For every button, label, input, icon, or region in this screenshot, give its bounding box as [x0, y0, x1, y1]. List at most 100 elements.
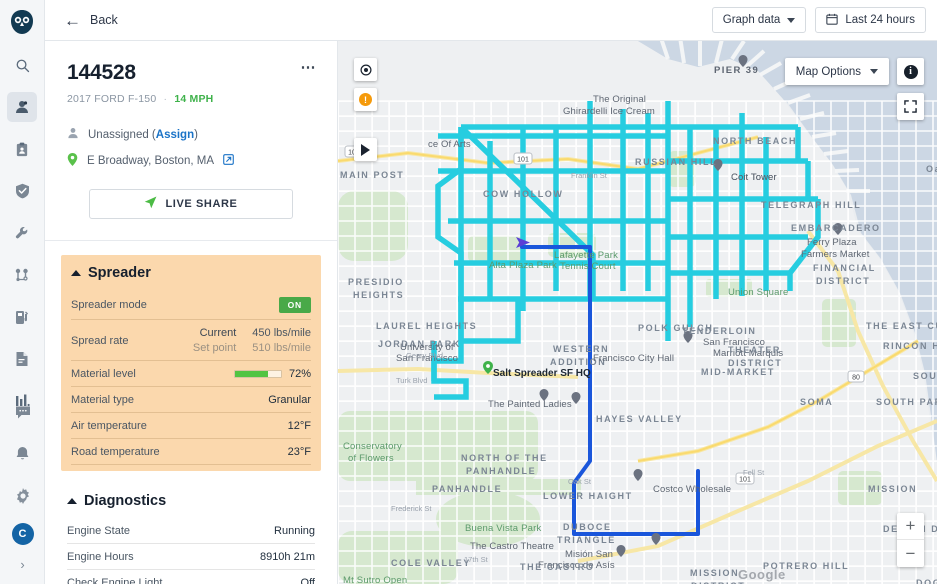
info-icon[interactable]: i — [897, 58, 924, 85]
vehicle-header: 144528 ⋯ 2017 FORD F-150 · 14 MPH Unassi… — [45, 41, 337, 219]
material-level-meter: 72% — [234, 368, 311, 380]
map-controls-left: ! — [354, 58, 377, 161]
map-right-buttons: i — [897, 58, 924, 120]
date-range-picker[interactable]: Last 24 hours — [815, 7, 926, 33]
avatar[interactable]: C — [12, 523, 34, 545]
diagnostics-row-value: Running — [274, 525, 315, 537]
fullscreen-icon[interactable] — [897, 93, 924, 120]
chevron-right-icon[interactable]: › — [20, 557, 24, 572]
icon-rail: C › — [0, 0, 45, 584]
locate-target-icon[interactable] — [354, 58, 377, 81]
spreader-card: Spreader Spreader mode ON Spread rate Cu… — [61, 255, 321, 471]
current-value: 450 lbs/mile — [252, 327, 311, 339]
diagnostics-row-label: Engine State — [67, 525, 130, 537]
driver-row: Unassigned (Assign) — [67, 127, 315, 142]
app-root: C › ← Back Graph data Last 24 hours — [0, 0, 937, 584]
diagnostics-row-value: 8910h 21m — [260, 551, 315, 563]
panel-divider — [45, 240, 337, 241]
diagnostics-card: Diagnostics Engine State Running Engine Ho… — [67, 493, 315, 584]
spreader-rows: Spreader mode ON Spread rate Current 450… — [71, 290, 311, 465]
map-pin-icon — [67, 153, 78, 169]
topbar-actions: Graph data Last 24 hours — [712, 7, 926, 33]
play-icon[interactable] — [354, 138, 377, 161]
driver-status-end: ) — [194, 129, 198, 141]
graph-data-dropdown[interactable]: Graph data — [712, 7, 807, 33]
map-attribution: Google — [738, 567, 786, 582]
search-icon[interactable] — [7, 50, 37, 80]
location-text: E Broadway, Boston, MA — [87, 155, 214, 167]
road-temperature-row: Road temperature 23°F — [71, 439, 311, 465]
vehicle-model: 2017 FORD F-150 — [67, 93, 156, 105]
spreader-title: Spreader — [88, 265, 151, 281]
chat-icon[interactable] — [8, 397, 38, 427]
svg-text:80: 80 — [852, 374, 860, 381]
shield-icon[interactable] — [7, 176, 37, 206]
person-icon — [67, 127, 79, 142]
map-options-label: Map Options — [796, 66, 861, 78]
svg-text:101: 101 — [739, 476, 751, 483]
diagnostics-rows: Engine State Running Engine Hours 8910h 21m… — [67, 518, 315, 584]
back-label: Back — [90, 13, 118, 27]
gear-icon[interactable] — [8, 481, 38, 511]
spread-rate-row: Spread rate Current 450 lbs/mile Set poi… — [71, 320, 311, 361]
spreader-mode-row: Spreader mode ON — [71, 290, 311, 320]
zoom-out-button[interactable]: − — [897, 540, 924, 567]
vehicle-detail-panel: 144528 ⋯ 2017 FORD F-150 · 14 MPH Unassi… — [45, 41, 338, 584]
wrench-icon[interactable] — [7, 218, 37, 248]
vehicle-speed: 14 MPH — [174, 93, 213, 105]
material-type-label: Material type — [71, 394, 134, 406]
chevron-down-icon — [870, 69, 878, 74]
fleet-icon[interactable] — [7, 92, 37, 122]
triangle-up-icon — [71, 270, 81, 276]
routes-icon[interactable] — [7, 260, 37, 290]
current-key: Current — [200, 327, 237, 339]
zoom-in-button[interactable]: + — [897, 513, 924, 540]
document-icon[interactable] — [7, 344, 37, 374]
vehicle-subtitle: 2017 FORD F-150 · 14 MPH — [67, 93, 315, 105]
share-arrow-icon — [144, 196, 157, 212]
bell-icon[interactable] — [8, 439, 38, 469]
diagnostics-row-label: Check Engine Light — [67, 577, 162, 584]
road-temperature-value: 23°F — [288, 446, 311, 458]
material-level-row: Material level 72% — [71, 361, 311, 387]
driver-status-text: Unassigned ( — [88, 129, 156, 141]
map-canvas: 101 101 101 80 — [338, 41, 937, 584]
diagnostics-section-header[interactable]: Diagnostics — [67, 493, 315, 509]
material-level-label: Material level — [71, 368, 136, 380]
zoom-controls: + − — [897, 513, 924, 567]
live-share-label: LIVE SHARE — [165, 198, 237, 210]
external-link-icon[interactable] — [223, 154, 234, 168]
diagnostics-title: Diagnostics — [84, 493, 166, 509]
spread-rate-label: Spread rate — [71, 335, 128, 347]
map-controls-right: Map Options i — [785, 58, 924, 120]
fuel-icon[interactable] — [7, 302, 37, 332]
status-badge: ON — [279, 297, 311, 313]
page-title: 144528 — [67, 61, 315, 85]
table-row: Check Engine Light Off — [67, 570, 315, 584]
rail-bottom-group: C › — [0, 397, 45, 576]
spread-rate-setpoint: Set point 510 lbs/mile — [193, 342, 311, 354]
alert-badge: ! — [359, 93, 372, 106]
spreader-section-header[interactable]: Spreader — [71, 265, 311, 281]
material-type-row: Material type Granular — [71, 387, 311, 413]
location-row: E Broadway, Boston, MA — [67, 153, 315, 169]
assign-driver-link[interactable]: Assign — [156, 129, 194, 141]
live-share-button[interactable]: LIVE SHARE — [89, 189, 293, 219]
separator: · — [164, 93, 168, 105]
more-options-icon[interactable]: ⋯ — [301, 65, 318, 71]
air-temperature-label: Air temperature — [71, 420, 147, 432]
diagnostics-row-label: Engine Hours — [67, 551, 134, 563]
driver-status: Unassigned (Assign) — [88, 129, 198, 141]
alert-exclamation-icon[interactable]: ! — [354, 88, 377, 111]
spread-rate-values: Current 450 lbs/mile Set point 510 lbs/m… — [193, 327, 311, 354]
diagnostics-row-value: Off — [301, 577, 315, 584]
map-options-dropdown[interactable]: Map Options — [785, 58, 889, 85]
chevron-down-icon — [787, 18, 795, 23]
progress-bar — [234, 370, 282, 378]
svg-text:101: 101 — [517, 156, 529, 163]
samsara-owl-logo[interactable] — [8, 8, 36, 36]
map-view[interactable]: 101 101 101 80 PIER 39NORTH BEACHCoit To… — [338, 41, 937, 584]
clipboard-icon[interactable] — [7, 134, 37, 164]
back-button[interactable]: ← Back — [64, 12, 118, 29]
date-range-label: Last 24 hours — [845, 14, 915, 26]
